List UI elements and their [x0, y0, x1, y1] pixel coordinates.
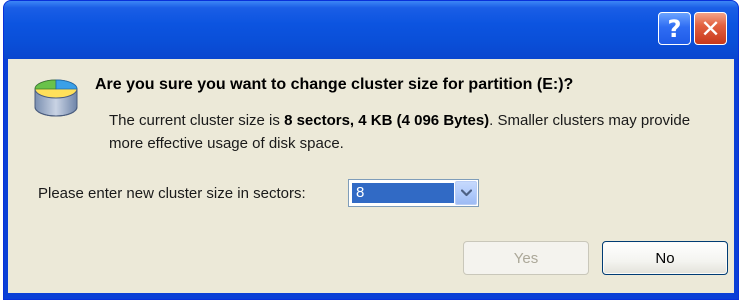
close-icon: ✕ [700, 14, 721, 43]
dialog-question: Are you sure you want to change cluster … [95, 76, 574, 93]
dialog-window: ? ✕ Are you sure you want to change clus… [3, 0, 739, 300]
message-prefix: The current cluster size is [109, 112, 285, 129]
no-button[interactable]: No [602, 241, 728, 275]
yes-button[interactable]: Yes [463, 241, 589, 275]
help-icon: ? [667, 14, 682, 43]
help-button[interactable]: ? [658, 12, 691, 45]
title-bar[interactable]: ? ✕ [4, 1, 738, 59]
disk-partition-icon [34, 79, 78, 117]
current-cluster-size: 8 sectors, 4 KB (4 096 Bytes) [284, 112, 490, 129]
dialog-message: The current cluster size is 8 sectors, 4… [109, 109, 709, 155]
cluster-size-label: Please enter new cluster size in sectors… [38, 185, 306, 202]
close-button[interactable]: ✕ [694, 12, 727, 45]
dialog-body: Are you sure you want to change cluster … [8, 59, 734, 293]
chevron-down-icon [460, 189, 472, 197]
dropdown-button[interactable] [455, 181, 477, 205]
cluster-size-value[interactable]: 8 [352, 183, 454, 203]
cluster-size-combobox[interactable]: 8 [348, 179, 479, 207]
